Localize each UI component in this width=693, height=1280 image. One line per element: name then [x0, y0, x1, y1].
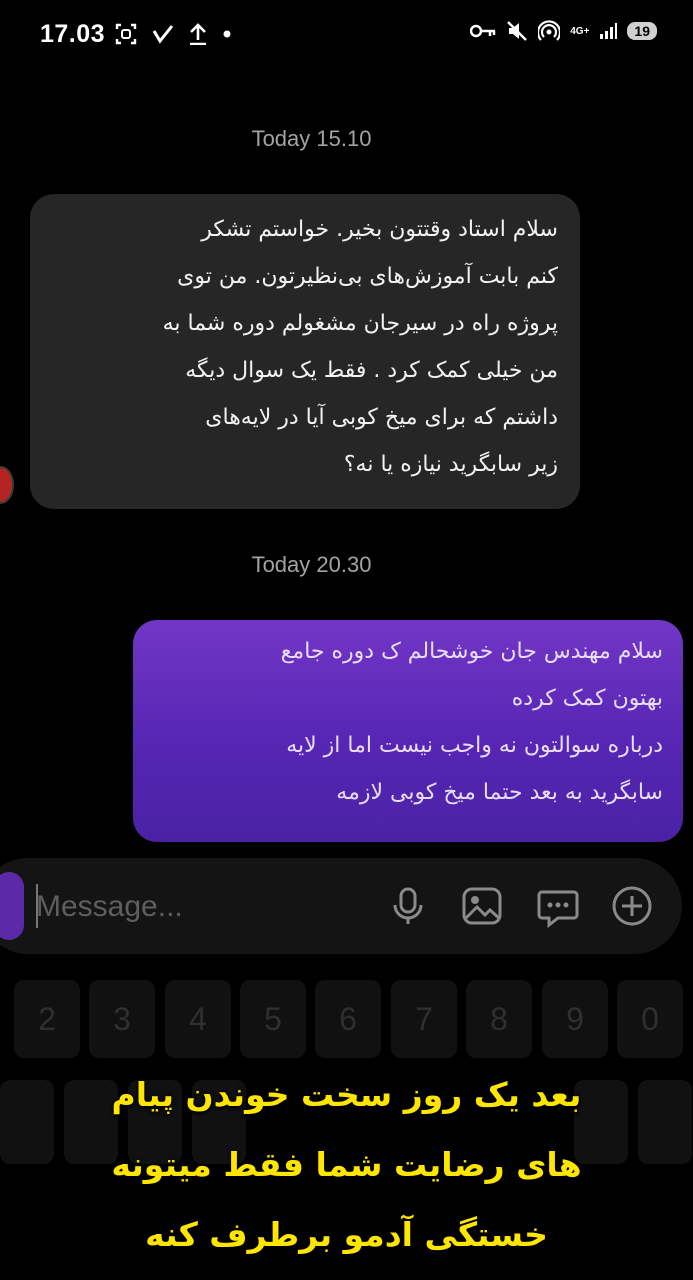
battery-indicator: 19	[627, 22, 657, 40]
status-right-icons: 4G+ 19	[470, 20, 657, 42]
signal-icon	[600, 23, 618, 39]
status-bar: 17.03 4G+ 19	[0, 0, 693, 72]
keyboard-key[interactable]: 8	[466, 980, 532, 1058]
mute-icon	[507, 21, 528, 41]
keyboard-key[interactable]: 2	[14, 980, 80, 1058]
caption-line: های رضایت شما فقط میتونه	[111, 1145, 582, 1184]
message-timestamp: Today 20.30	[251, 552, 372, 577]
keyboard-key[interactable]: 4	[165, 980, 231, 1058]
keyboard-key[interactable]: 9	[542, 980, 608, 1058]
gallery-icon[interactable]	[460, 884, 504, 928]
keyboard-key[interactable]: 5	[240, 980, 306, 1058]
camera-button[interactable]	[0, 872, 24, 940]
status-left-icons	[114, 22, 232, 46]
dot-icon	[223, 30, 231, 38]
upload-icon	[190, 23, 206, 45]
add-icon[interactable]	[610, 884, 654, 928]
outgoing-message-bubble[interactable]: سلام مهندس جان خوشحالم ک دوره جامع بهتون…	[133, 620, 683, 842]
check-icon	[152, 25, 174, 44]
caption-line: بعد یک روز سخت خوندن پیام	[111, 1075, 582, 1114]
keyboard-key[interactable]: 0	[617, 980, 683, 1058]
incoming-message-bubble[interactable]: سلام استاد وقتتون بخیر. خواستم تشکر کنم …	[30, 194, 580, 509]
hotspot-icon	[538, 20, 561, 41]
microphone-icon[interactable]	[386, 884, 430, 928]
caption-line: خستگی آدمو برطرف کنه	[145, 1215, 548, 1254]
key-icon	[470, 24, 496, 38]
sender-avatar[interactable]	[0, 466, 14, 504]
message-input[interactable]	[36, 886, 336, 928]
keyboard-key[interactable]: 7	[391, 980, 457, 1058]
keyboard-key[interactable]: 3	[89, 980, 155, 1058]
screenshot-icon	[115, 23, 137, 45]
network-type: 4G+	[570, 25, 590, 37]
status-time: 17.03	[40, 20, 106, 48]
sticker-icon[interactable]	[536, 884, 580, 928]
message-timestamp: Today 15.10	[251, 126, 372, 151]
keyboard-key[interactable]: 6	[315, 980, 381, 1058]
